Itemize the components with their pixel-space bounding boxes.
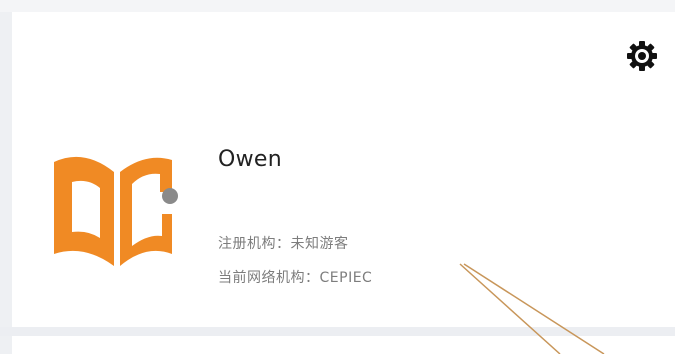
- profile-screen: Owen 注册机构：未知游客 当前网络机构：CEPIEC: [0, 0, 675, 354]
- settings-button[interactable]: [622, 36, 662, 76]
- registered-org-text: 注册机构：未知游客: [218, 236, 349, 252]
- network-org-text: 当前网络机构：CEPIEC: [218, 270, 373, 286]
- next-card[interactable]: [12, 336, 675, 354]
- user-name: Owen: [218, 147, 282, 172]
- avatar[interactable]: [48, 150, 184, 272]
- gear-icon: [627, 41, 657, 71]
- section-divider: [0, 327, 675, 336]
- top-strip: [0, 0, 675, 12]
- book-logo-icon: [54, 156, 178, 266]
